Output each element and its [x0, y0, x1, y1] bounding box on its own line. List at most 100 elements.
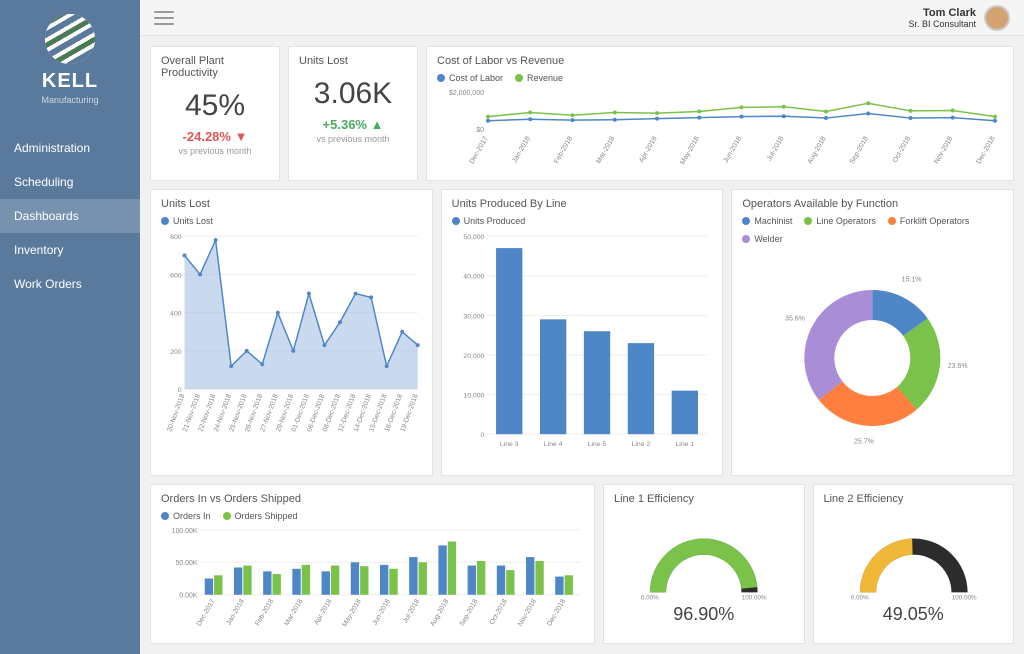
legend-item: Machinist [742, 216, 792, 226]
svg-text:200: 200 [170, 349, 182, 356]
legend-item: Forklift Operators [888, 216, 970, 226]
svg-text:0.00%: 0.00% [850, 595, 868, 602]
kpi-delta: +5.36% ▲ [299, 117, 407, 132]
main: Tom Clark Sr. BI Consultant Overall Plan… [140, 0, 1024, 654]
svg-text:Line 1: Line 1 [675, 441, 694, 448]
chart-cost-vs-revenue: $2,000,000$0Dec-2017Jan-2018Feb-2018Mar-… [437, 87, 1003, 172]
legend: Units Lost [161, 216, 422, 226]
card-cost-vs-revenue: Cost of Labor vs Revenue Cost of Labor R… [426, 46, 1014, 181]
svg-text:Nov-2018: Nov-2018 [933, 135, 954, 165]
svg-text:Aug-2018: Aug-2018 [806, 135, 827, 165]
nav: AdministrationSchedulingDashboardsInvent… [0, 131, 140, 301]
svg-text:$0: $0 [476, 127, 484, 134]
legend-item: Cost of Labor [437, 73, 503, 83]
chart-orders: 100.00K 50.00K 0.00KDec-2017 Jan-2018 Feb-20… [161, 525, 584, 635]
svg-text:Mar-2018: Mar-2018 [595, 135, 616, 165]
brand-name: KELL [10, 70, 130, 93]
svg-text:30,000: 30,000 [463, 313, 484, 320]
legend: Cost of Labor Revenue [437, 73, 1003, 83]
card-line1-eff: Line 1 Efficiency 0.00%100.00% 96.90% [603, 484, 805, 644]
legend-item: Revenue [515, 73, 563, 83]
card-line2-eff: Line 2 Efficiency 0.00%100.00% 49.05% [813, 484, 1015, 644]
brand: KELL Manufacturing [0, 0, 140, 113]
card-title: Units Lost [299, 55, 407, 67]
svg-text:Line 3: Line 3 [500, 441, 519, 448]
svg-text:Mar-2018: Mar-2018 [284, 598, 305, 627]
svg-text:100.00K: 100.00K [172, 528, 198, 535]
svg-text:Nov-2018: Nov-2018 [517, 598, 538, 627]
legend: Machinist Line Operators Forklift Operator… [742, 216, 1003, 244]
svg-text:Jun-2018: Jun-2018 [372, 598, 392, 626]
svg-text:Apr-2018: Apr-2018 [638, 135, 659, 164]
svg-text:Jul-2018: Jul-2018 [402, 598, 421, 624]
svg-text:25.7%: 25.7% [854, 439, 874, 446]
svg-text:Oct-2018: Oct-2018 [489, 598, 509, 626]
kpi-delta: -24.28% ▼ [161, 129, 269, 144]
chart-units-lost: 020040060080020-Nov-201821-Nov-201822-No… [161, 230, 422, 460]
gauge-value: 49.05% [824, 604, 1004, 625]
chart-units-by-line: 0 10,000 20,000 30,000 40,000 50,000 Line 3 Lin… [452, 230, 713, 460]
nav-item-administration[interactable]: Administration [0, 131, 140, 165]
svg-text:May-2018: May-2018 [679, 135, 701, 166]
content: Overall Plant Productivity 45% -24.28% ▼… [140, 36, 1024, 654]
legend-item: Line Operators [804, 216, 876, 226]
hamburger-icon[interactable] [154, 11, 174, 25]
svg-text:0: 0 [178, 387, 182, 394]
svg-text:50,000: 50,000 [463, 234, 484, 241]
card-operators: Operators Available by Function Machinis… [731, 189, 1014, 476]
card-title: Line 1 Efficiency [614, 493, 794, 505]
svg-text:600: 600 [170, 272, 182, 279]
svg-text:Dec-2018: Dec-2018 [546, 598, 567, 627]
row-middle: Units Lost Units Lost 020040060080020-No… [150, 189, 1014, 476]
card-units-lost-kpi: Units Lost 3.06K +5.36% ▲ vs previous mo… [288, 46, 418, 181]
svg-text:Dec-2017: Dec-2017 [196, 598, 217, 627]
legend-item: Orders In [161, 511, 211, 521]
kpi-sub: vs previous month [161, 146, 269, 156]
svg-text:Jun-2018: Jun-2018 [723, 135, 744, 164]
nav-item-work-orders[interactable]: Work Orders [0, 267, 140, 301]
svg-text:0.00K: 0.00K [179, 593, 197, 600]
legend-item: Welder [742, 234, 782, 244]
svg-text:Line 4: Line 4 [543, 441, 562, 448]
card-title: Overall Plant Productivity [161, 55, 269, 79]
nav-item-scheduling[interactable]: Scheduling [0, 165, 140, 199]
svg-text:Apr-2018: Apr-2018 [313, 598, 333, 626]
svg-text:800: 800 [170, 234, 182, 241]
sidebar: KELL Manufacturing AdministrationSchedul… [0, 0, 140, 654]
card-orders: Orders In vs Orders Shipped Orders In Or… [150, 484, 595, 644]
svg-text:Sep-2018: Sep-2018 [459, 598, 480, 627]
svg-text:Feb-2018: Feb-2018 [254, 598, 275, 627]
legend-item: Units Produced [452, 216, 526, 226]
svg-text:40,000: 40,000 [463, 274, 484, 281]
svg-text:May-2018: May-2018 [341, 598, 362, 628]
svg-text:400: 400 [170, 311, 182, 318]
svg-text:Line 5: Line 5 [587, 441, 606, 448]
brand-sub: Manufacturing [10, 95, 130, 105]
svg-text:Jan-2018: Jan-2018 [225, 598, 245, 626]
chart-operators: 15.1%23.6%25.7%35.6% [742, 248, 1003, 458]
svg-text:10,000: 10,000 [463, 393, 484, 400]
card-title: Cost of Labor vs Revenue [437, 55, 1003, 67]
legend-item: Units Lost [161, 216, 213, 226]
svg-text:20,000: 20,000 [463, 353, 484, 360]
kpi-value: 3.06K [299, 77, 407, 111]
nav-item-inventory[interactable]: Inventory [0, 233, 140, 267]
svg-text:Line 2: Line 2 [631, 441, 650, 448]
svg-text:50.00K: 50.00K [176, 560, 198, 567]
svg-text:Dec-2017: Dec-2017 [468, 135, 489, 165]
legend-item: Orders Shipped [223, 511, 298, 521]
svg-text:0: 0 [480, 432, 484, 439]
user-block[interactable]: Tom Clark Sr. BI Consultant [908, 5, 1010, 31]
user-name: Tom Clark [908, 7, 976, 19]
svg-text:Dec-2018: Dec-2018 [975, 135, 996, 165]
gauge-line2: 0.00% 100.00% [824, 509, 1004, 604]
gauge-line1: 0.00%100.00% [614, 509, 794, 604]
nav-item-dashboards[interactable]: Dashboards [0, 199, 140, 233]
legend: Units Produced [452, 216, 713, 226]
card-units-lost-trend: Units Lost Units Lost 020040060080020-No… [150, 189, 433, 476]
svg-text:$2,000,000: $2,000,000 [449, 90, 484, 97]
card-title: Units Produced By Line [452, 198, 713, 210]
card-title: Units Lost [161, 198, 422, 210]
svg-text:35.6%: 35.6% [785, 315, 805, 322]
svg-text:100.00%: 100.00% [951, 595, 976, 602]
